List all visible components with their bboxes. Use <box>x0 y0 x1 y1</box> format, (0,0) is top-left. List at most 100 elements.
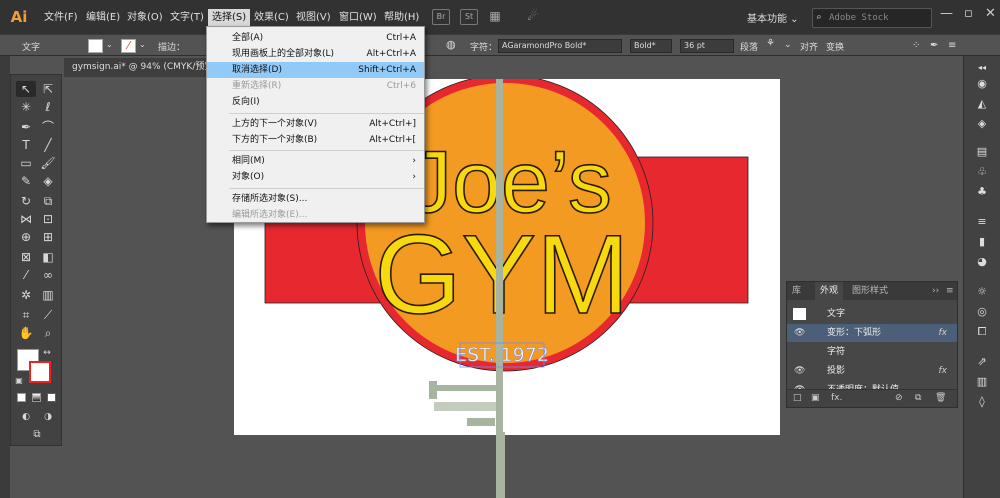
selection-tool-icon[interactable]: ↖ <box>16 81 36 97</box>
fx-icon[interactable]: fx <box>939 324 948 342</box>
swap-colors-icon[interactable]: ↔ <box>41 345 53 361</box>
brushes-icon[interactable]: ▤ <box>973 144 991 160</box>
tab-libraries[interactable]: 库 <box>787 282 806 300</box>
eye-icon[interactable]: 👁 <box>794 381 805 389</box>
clear-appearance-icon[interactable]: ⊘ <box>895 393 903 403</box>
type-tool-icon[interactable]: T <box>16 137 36 153</box>
appearance-row-warp[interactable]: 👁 变形：下弧形 fx <box>787 324 957 342</box>
add-fill-icon[interactable]: ▣ <box>811 393 820 403</box>
gradient-panel-icon[interactable]: ▮ <box>973 234 991 250</box>
appearance-panel-icon[interactable]: ☼ <box>973 284 991 300</box>
appearance-row-characters[interactable]: 字符 <box>787 343 957 361</box>
transform-label[interactable]: 变换 <box>826 40 844 53</box>
stock-search-input[interactable]: ⌕ Adobe Stock <box>812 8 932 28</box>
chevron-down-icon[interactable]: ⌄ <box>784 40 792 50</box>
bridge-icon[interactable]: Br <box>432 9 450 25</box>
add-stroke-icon[interactable]: □ <box>793 393 802 403</box>
eye-icon[interactable]: 👁 <box>794 324 805 342</box>
stroke-color-swatch[interactable] <box>29 361 51 383</box>
rectangle-tool-icon[interactable]: ▭ <box>16 155 36 171</box>
asset-export-icon[interactable]: ⧠ <box>973 324 991 340</box>
add-effect-icon[interactable]: fx. <box>831 393 842 403</box>
shape-builder-icon[interactable]: ⊕ <box>16 229 36 245</box>
fx-icon[interactable]: fx <box>939 362 948 380</box>
gradient-tool-icon[interactable]: ◧ <box>38 249 58 265</box>
menu-item-inverse[interactable]: 反向(I) <box>207 94 424 110</box>
color-guide-icon[interactable]: ◭ <box>973 96 991 112</box>
appearance-row-opacity[interactable]: 👁 不透明度：默认值 <box>787 381 957 389</box>
menu-edit[interactable]: 编辑(E) <box>82 9 124 27</box>
menu-object[interactable]: 对象(O) <box>123 9 167 27</box>
chevron-down-icon[interactable]: ⌄ <box>139 40 146 49</box>
swatches-icon[interactable]: ◈ <box>973 116 991 132</box>
font-family-dropdown[interactable]: AGaramondPro Bold* <box>498 39 622 53</box>
paintbrush-icon[interactable]: 🖌 <box>38 155 58 171</box>
menu-help[interactable]: 帮助(H) <box>380 9 423 27</box>
direct-selection-tool-icon[interactable]: ⇱ <box>38 81 58 97</box>
free-transform-icon[interactable]: ⊡ <box>38 211 58 227</box>
zoom-tool-icon[interactable]: ⌕ <box>38 325 58 341</box>
document-tab[interactable]: gymsign.ai* @ 94% (CMYK/预览 <box>64 58 214 77</box>
font-size-field[interactable]: 36 pt <box>680 39 734 53</box>
perspective-grid-icon[interactable]: ⊞ <box>38 229 58 245</box>
paragraph-label[interactable]: 段落 <box>740 40 758 53</box>
scale-tool-icon[interactable]: ⧉ <box>38 193 58 209</box>
menu-item-object[interactable]: 对象(O) › <box>207 169 424 185</box>
arrange-documents-icon[interactable]: ▦ <box>486 9 504 25</box>
eyedropper-icon[interactable]: ⁄ <box>16 267 36 283</box>
none-mode-icon[interactable] <box>47 393 56 402</box>
minimize-icon[interactable]: — <box>940 6 953 21</box>
stock-icon[interactable]: St <box>460 9 478 25</box>
menu-window[interactable]: 窗口(W) <box>335 9 381 27</box>
maximize-icon[interactable]: ▫ <box>964 6 973 21</box>
chevron-down-icon[interactable]: ⌄ <box>106 40 113 49</box>
fill-swatch[interactable] <box>88 39 103 53</box>
screen-mode-icon[interactable]: ◑ <box>38 409 58 425</box>
delete-item-icon[interactable]: 🗑 <box>935 393 946 403</box>
duplicate-item-icon[interactable]: ⧉ <box>915 393 921 403</box>
menu-item-reselect[interactable]: 重新选择(R) Ctrl+6 <box>207 78 424 94</box>
layers-panel-icon[interactable]: ◎ <box>973 304 991 320</box>
artboards-icon[interactable]: ▥ <box>973 374 991 390</box>
globe-icon[interactable]: ◍ <box>446 38 456 51</box>
pen-icon[interactable]: ✒ <box>930 40 938 51</box>
magic-wand-icon[interactable]: ✳ <box>16 99 36 115</box>
transparency-icon[interactable]: ◕ <box>973 254 991 270</box>
appearance-row-drop-shadow[interactable]: 👁 投影 fx <box>787 362 957 380</box>
tab-graphic-styles[interactable]: 图形样式 <box>847 282 893 300</box>
collapse-dock-icon[interactable]: ◂◂ <box>973 60 991 76</box>
stroke-panel-icon[interactable]: ≡ <box>973 214 991 230</box>
symbols-icon[interactable]: ♧ <box>973 164 991 180</box>
menu-item-select-all[interactable]: 全部(A) Ctrl+A <box>207 30 424 46</box>
blend-tool-icon[interactable]: ∞ <box>38 267 58 283</box>
pencil-icon[interactable]: ✎ <box>16 173 36 189</box>
menu-icon[interactable]: ≡ <box>948 40 956 51</box>
menu-item-next-object-below[interactable]: 下方的下一个对象(B) Alt+Ctrl+[ <box>207 132 424 148</box>
menu-select[interactable]: 选择(S) <box>208 9 251 27</box>
slice-tool-icon[interactable]: ⟋ <box>38 307 58 323</box>
column-graph-icon[interactable]: ▥ <box>38 287 58 303</box>
draw-normal-icon[interactable]: ◐ <box>16 409 36 425</box>
menu-item-edit-selection[interactable]: 编辑所选对象(E)... <box>207 207 424 223</box>
menu-view[interactable]: 视图(V) <box>292 9 335 27</box>
eye-icon[interactable]: 👁 <box>794 362 805 380</box>
menu-item-deselect[interactable]: 取消选择(D) Shift+Ctrl+A <box>207 62 424 78</box>
menu-type[interactable]: 文字(T) <box>166 9 208 27</box>
appearance-row-text[interactable]: 文字 <box>787 305 957 323</box>
color-panel-icon[interactable]: ◉ <box>973 76 991 92</box>
width-tool-icon[interactable]: ⋈ <box>16 211 36 227</box>
default-colors-icon[interactable]: ▣ <box>13 373 25 389</box>
stroke-swatch[interactable]: ⁄ <box>121 39 136 53</box>
rotate-tool-icon[interactable]: ↻ <box>16 193 36 209</box>
gradient-mode-icon[interactable] <box>32 393 41 402</box>
line-tool-icon[interactable]: ╱ <box>38 137 58 153</box>
font-style-dropdown[interactable]: Bold* <box>630 39 672 53</box>
symbol-sprayer-icon[interactable]: ✲ <box>16 287 36 303</box>
lasso-icon[interactable]: ℓ <box>38 99 58 115</box>
menu-item-next-object-above[interactable]: 上方的下一个对象(V) Alt+Ctrl+] <box>207 116 424 132</box>
tab-appearance[interactable]: 外观 <box>815 282 844 300</box>
curvature-tool-icon[interactable]: ⌒ <box>38 119 58 135</box>
menu-item-select-all-artboard[interactable]: 现用画板上的全部对象(L) Alt+Ctrl+A <box>207 46 424 62</box>
close-icon[interactable]: ✕ <box>985 6 996 21</box>
artboard-tool-icon[interactable]: ⌗ <box>16 307 36 323</box>
